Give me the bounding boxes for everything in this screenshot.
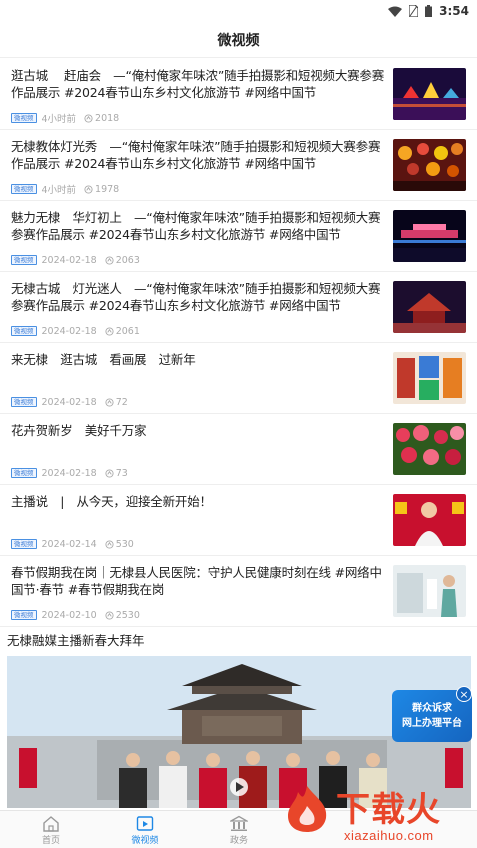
tab-label: 微视频 (131, 836, 159, 846)
item-time: 2024-02-10 (41, 609, 97, 621)
category-badge: 微视频 (11, 539, 37, 549)
list-item[interactable]: 花卉贺新岁 美好千万家 微视频 2024-02-18 73 (0, 414, 477, 485)
item-time: 2024-02-18 (41, 467, 97, 479)
tab-label: 首页 (41, 836, 60, 846)
item-time: 2024-02-14 (41, 538, 97, 550)
item-views: 2018 (84, 113, 119, 124)
item-views: 2063 (105, 255, 140, 266)
item-meta: 微视频 4小时前 2018 (11, 111, 119, 125)
item-title: 来无棣 逛古城 看画展 过新年 (11, 352, 196, 367)
category-badge: 微视频 (11, 184, 37, 194)
item-title: 主播说 | 从今天，迎接全新开始！ (11, 494, 212, 509)
list-item[interactable]: 逛古城 赶庙会 —“俺村俺家年味浓”随手拍摄影和短视频大赛参赛作品展示 #202… (0, 59, 477, 130)
tab-government[interactable]: 政务 (204, 815, 274, 846)
watermark-url: xiazaihuo.com (344, 828, 434, 843)
item-time: 2024-02-18 (41, 396, 97, 408)
views-icon (105, 255, 114, 265)
promo-line1: 群众诉求 (412, 703, 452, 714)
item-meta: 微视频 2024-02-18 72 (11, 395, 128, 409)
video-icon (136, 816, 154, 831)
item-time: 4小时前 (41, 114, 77, 125)
header-bar: 微视频 (0, 22, 477, 58)
item-views: 2530 (105, 610, 140, 621)
list-item[interactable]: 无棣教体灯光秀 —“俺村俺家年味浓”随手拍摄影和短视频大赛参赛作品展示 #202… (0, 130, 477, 201)
thumbnail-image[interactable] (393, 210, 466, 262)
views-icon (105, 397, 114, 407)
appeal-platform-float[interactable]: 群众诉求 网上办理平台 × (392, 686, 472, 742)
item-views: 72 (105, 397, 128, 408)
views-icon (105, 326, 114, 336)
category-badge: 微视频 (11, 326, 37, 336)
category-badge: 微视频 (11, 610, 37, 620)
status-time: 3:54 (439, 4, 469, 18)
tab-label: 政务 (229, 836, 248, 846)
views-count: 2018 (95, 112, 120, 124)
list-item[interactable]: 无棣古城 灯光迷人 —“俺村俺家年味浓”随手拍摄影和短视频大赛参赛作品展示 #2… (0, 272, 477, 343)
views-icon (105, 468, 114, 478)
government-icon (230, 815, 248, 831)
thumbnail-image[interactable] (393, 423, 466, 475)
views-icon (84, 184, 93, 194)
flame-logo-icon (288, 786, 327, 832)
category-badge: 微视频 (11, 113, 37, 123)
views-count: 530 (115, 538, 134, 550)
thumbnail-image[interactable] (393, 565, 466, 617)
list-item[interactable]: 魅力无棣 华灯初上 —“俺村俺家年味浓”随手拍摄影和短视频大赛参赛作品展示 #2… (0, 201, 477, 272)
item-title: 魅力无棣 华灯初上 —“俺村俺家年味浓”随手拍摄影和短视频大赛参赛作品展示 #2… (11, 210, 381, 242)
views-count: 2061 (115, 325, 140, 337)
item-title: 花卉贺新岁 美好千万家 (11, 423, 147, 438)
watermark-text: 下载火 (336, 790, 441, 830)
status-bar: 3:54 (0, 0, 477, 22)
video-list: 逛古城 赶庙会 —“俺村俺家年味浓”随手拍摄影和短视频大赛参赛作品展示 #202… (0, 59, 477, 627)
thumbnail-image[interactable] (393, 494, 466, 546)
home-icon (43, 816, 59, 832)
item-views: 73 (105, 468, 128, 479)
category-badge: 微视频 (11, 255, 37, 265)
wifi-icon (388, 6, 403, 17)
tab-video[interactable]: 微视频 (110, 815, 180, 846)
views-count: 1978 (95, 183, 120, 195)
list-item[interactable]: 主播说 | 从今天，迎接全新开始！ 微视频 2024-02-14 530 (0, 485, 477, 556)
thumbnail-image[interactable] (393, 68, 466, 120)
views-icon (105, 610, 114, 620)
item-meta: 微视频 2024-02-18 2061 (11, 324, 140, 338)
list-item[interactable]: 来无棣 逛古城 看画展 过新年 微视频 2024-02-18 72 (0, 343, 477, 414)
item-meta: 微视频 2024-02-18 73 (11, 466, 128, 480)
item-meta: 微视频 2024-02-10 2530 (11, 608, 140, 622)
item-title: 无棣古城 灯光迷人 —“俺村俺家年味浓”随手拍摄影和短视频大赛参赛作品展示 #2… (11, 281, 381, 313)
item-title: 逛古城 赶庙会 —“俺村俺家年味浓”随手拍摄影和短视频大赛参赛作品展示 #202… (11, 68, 385, 100)
close-icon[interactable]: × (456, 686, 472, 702)
thumbnail-image[interactable] (393, 139, 466, 191)
promo-line2: 网上办理平台 (402, 718, 462, 729)
views-count: 2530 (115, 609, 140, 621)
item-meta: 微视频 2024-02-18 2063 (11, 253, 140, 267)
views-icon (84, 113, 93, 123)
page-title: 微视频 (217, 32, 260, 49)
section-title: 无棣融媒主播新春大拜年 (7, 633, 145, 648)
item-views: 530 (105, 539, 134, 550)
item-time: 4小时前 (41, 185, 77, 196)
thumbnail-image[interactable] (393, 281, 466, 333)
battery-icon (425, 5, 433, 17)
item-time: 2024-02-18 (41, 325, 97, 337)
item-meta: 微视频 4小时前 1978 (11, 182, 119, 196)
category-badge: 微视频 (11, 397, 37, 407)
item-title: 无棣教体灯光秀 —“俺村俺家年味浓”随手拍摄影和短视频大赛参赛作品展示 #202… (11, 139, 381, 171)
sim-icon (409, 5, 419, 17)
tab-home[interactable]: 首页 (16, 815, 86, 846)
item-views: 1978 (84, 184, 119, 195)
item-meta: 微视频 2024-02-14 530 (11, 537, 134, 551)
views-count: 72 (115, 396, 128, 408)
views-count: 73 (115, 467, 128, 479)
item-views: 2061 (105, 326, 140, 337)
views-count: 2063 (115, 254, 140, 266)
views-icon (105, 539, 114, 549)
item-title: 春节假期我在岗｜无棣县人民医院：守护人民健康时刻在线 #网络中国节·春节 #春节… (11, 565, 382, 597)
thumbnail-image[interactable] (393, 352, 466, 404)
watermark: 下载火 xiazaihuo.com (282, 782, 477, 848)
list-item[interactable]: 春节假期我在岗｜无棣县人民医院：守护人民健康时刻在线 #网络中国节·春节 #春节… (0, 556, 477, 627)
item-time: 2024-02-18 (41, 254, 97, 266)
category-badge: 微视频 (11, 468, 37, 478)
